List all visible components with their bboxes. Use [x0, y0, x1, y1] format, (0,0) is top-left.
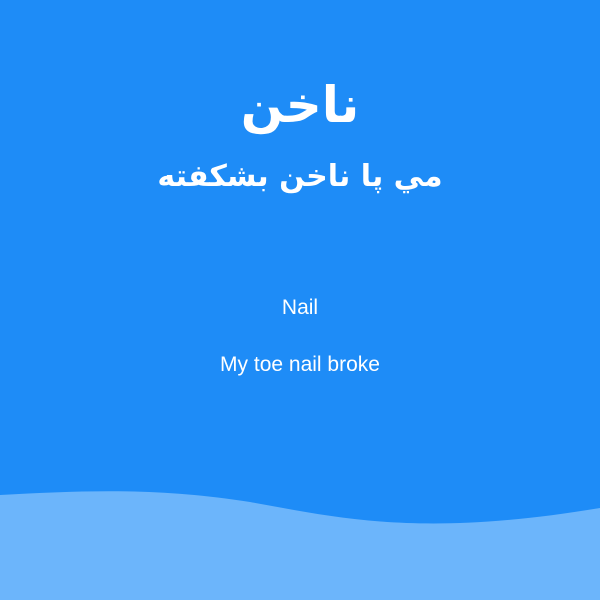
flashcard: ناخن مي پا ناخن بشكفته Nail My toe nail … — [0, 0, 600, 600]
persian-word: ناخن — [240, 76, 360, 134]
decorative-wave — [0, 491, 600, 600]
persian-sentence: مي پا ناخن بشكفته — [157, 159, 443, 194]
english-sentence: My toe nail broke — [220, 353, 380, 376]
wave-shape — [0, 491, 600, 600]
english-word: Nail — [281, 296, 319, 319]
